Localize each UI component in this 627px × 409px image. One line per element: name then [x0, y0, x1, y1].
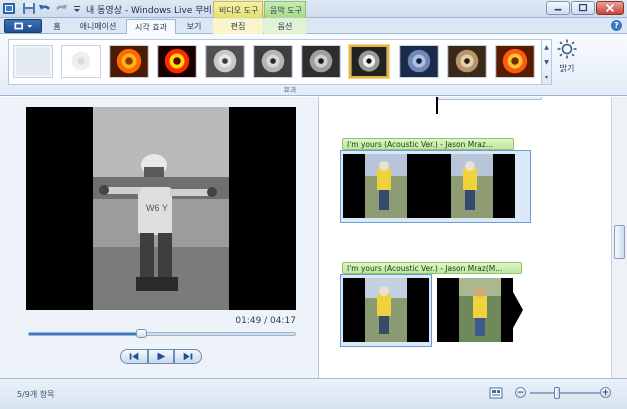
zoom-slider-handle[interactable]	[553, 387, 560, 399]
gallery-scroll-up-icon[interactable]: ▲	[542, 40, 551, 55]
zoom-in-icon: +	[601, 388, 610, 398]
effect-grayscale-1[interactable]	[205, 45, 245, 78]
clip-frame	[343, 154, 429, 218]
gallery-scroll-down-icon[interactable]: ▼	[542, 55, 551, 70]
play-icon	[157, 352, 166, 361]
title-bar: 내 동영상 - Windows Live 무비 메이커 비디오 도구 음악 도구	[0, 0, 627, 18]
effect-grayscale-3[interactable]	[301, 45, 341, 78]
zoom-out-icon: −	[516, 388, 525, 398]
gallery-scroll: ▲ ▼ ▾	[542, 39, 552, 85]
effect-sepia-tone[interactable]	[447, 45, 487, 78]
preview-frame: W6 Y	[26, 107, 296, 310]
video-clip[interactable]	[340, 150, 531, 223]
play-button[interactable]	[148, 349, 174, 364]
video-tools-header: 비디오 도구	[213, 1, 263, 18]
playback-controls	[120, 349, 202, 364]
video-preview[interactable]: W6 Y	[26, 107, 296, 310]
effect-soft-focus[interactable]	[61, 45, 101, 78]
effects-group-label: 효과	[283, 86, 297, 94]
ribbon-tab-row: 홈 애니메이션 시각 효과 보기 편집 옵션 ?	[0, 18, 627, 35]
effect-saturated[interactable]	[157, 45, 197, 78]
effect-cyan-tone[interactable]	[399, 45, 439, 78]
zoom-in-button[interactable]: +	[600, 387, 611, 398]
tab-animation[interactable]: 애니메이션	[70, 19, 126, 34]
zoom-out-button[interactable]: −	[515, 387, 526, 398]
preview-timecode: 01:49 / 04:17	[235, 316, 296, 326]
preview-pane: W6 Y 01:49 / 04:17	[0, 97, 319, 378]
tab-edit[interactable]: 편집	[213, 19, 263, 34]
ribbon-panel: ▲ ▼ ▾ 밝기 효과	[0, 34, 627, 96]
clip-frame	[429, 154, 515, 218]
thumbnail-size-icon[interactable]	[489, 386, 503, 400]
zoom-slider[interactable]	[530, 387, 600, 399]
audio-track-label[interactable]: I'm yours (Acoustic Ver.) - Jason Mraz..…	[342, 138, 514, 150]
tab-options[interactable]: 옵션	[264, 19, 306, 34]
next-frame-icon	[183, 352, 193, 361]
item-count: 5/9개 항목	[17, 390, 55, 399]
tab-view[interactable]: 보기	[176, 19, 212, 34]
app-menu-icon	[14, 22, 33, 30]
workspace: W6 Y 01:49 / 04:17 I'm yours (Acoustic V…	[0, 97, 627, 378]
app-icon	[2, 2, 16, 15]
previous-frame-icon	[129, 352, 139, 361]
next-frame-button[interactable]	[174, 349, 202, 364]
brightness-button[interactable]	[556, 39, 578, 85]
redo-icon[interactable]	[54, 2, 68, 15]
effects-gallery	[8, 39, 542, 85]
tab-visual-effects[interactable]: 시각 효과	[126, 19, 176, 35]
help-icon: ?	[614, 21, 619, 30]
minimize-button[interactable]	[546, 1, 570, 15]
seek-handle[interactable]	[135, 329, 147, 338]
effect-black-and-white[interactable]	[349, 45, 389, 78]
maximize-icon	[578, 3, 588, 12]
clip-frame[interactable]	[437, 278, 523, 342]
audio-track-label[interactable]: I'm yours (Acoustic Ver.) - Jason Mraz(M…	[342, 262, 522, 274]
undo-icon[interactable]	[38, 2, 52, 15]
tab-home[interactable]: 홈	[44, 19, 70, 34]
maximize-button[interactable]	[571, 1, 595, 15]
brightness-sun-icon	[557, 39, 577, 59]
svg-text:W6 Y: W6 Y	[146, 203, 168, 213]
previous-clip-edge	[438, 97, 542, 100]
status-bar: 5/9개 항목 − +	[0, 378, 627, 409]
storyboard: I'm yours (Acoustic Ver.) - Jason Mraz..…	[320, 97, 611, 378]
close-icon	[605, 3, 615, 13]
video-clip[interactable]	[340, 274, 432, 347]
previous-frame-button[interactable]	[120, 349, 148, 364]
window-title: 내 동영상 - Windows Live 무비 메이커	[86, 6, 218, 16]
effect-edge-detect[interactable]	[495, 45, 535, 78]
seek-bar[interactable]	[28, 329, 296, 338]
effect-grayscale-2[interactable]	[253, 45, 293, 78]
customize-arrow-icon[interactable]	[70, 2, 80, 15]
scrollbar-thumb[interactable]	[614, 225, 625, 259]
gallery-expand-icon[interactable]: ▾	[542, 70, 551, 85]
brightness-label: 밝기	[559, 64, 575, 73]
app-menu-button[interactable]	[4, 19, 42, 33]
storyboard-scrollbar[interactable]	[611, 97, 627, 378]
seek-progress	[29, 333, 141, 335]
effect-warm-color[interactable]	[109, 45, 149, 78]
clip-frame	[343, 278, 429, 342]
music-tools-header: 음악 도구	[264, 1, 306, 18]
save-icon[interactable]	[22, 2, 36, 15]
effect-no-effect[interactable]	[13, 45, 53, 78]
close-button[interactable]	[596, 1, 624, 15]
help-button[interactable]: ?	[611, 20, 622, 31]
minimize-icon	[554, 8, 562, 11]
